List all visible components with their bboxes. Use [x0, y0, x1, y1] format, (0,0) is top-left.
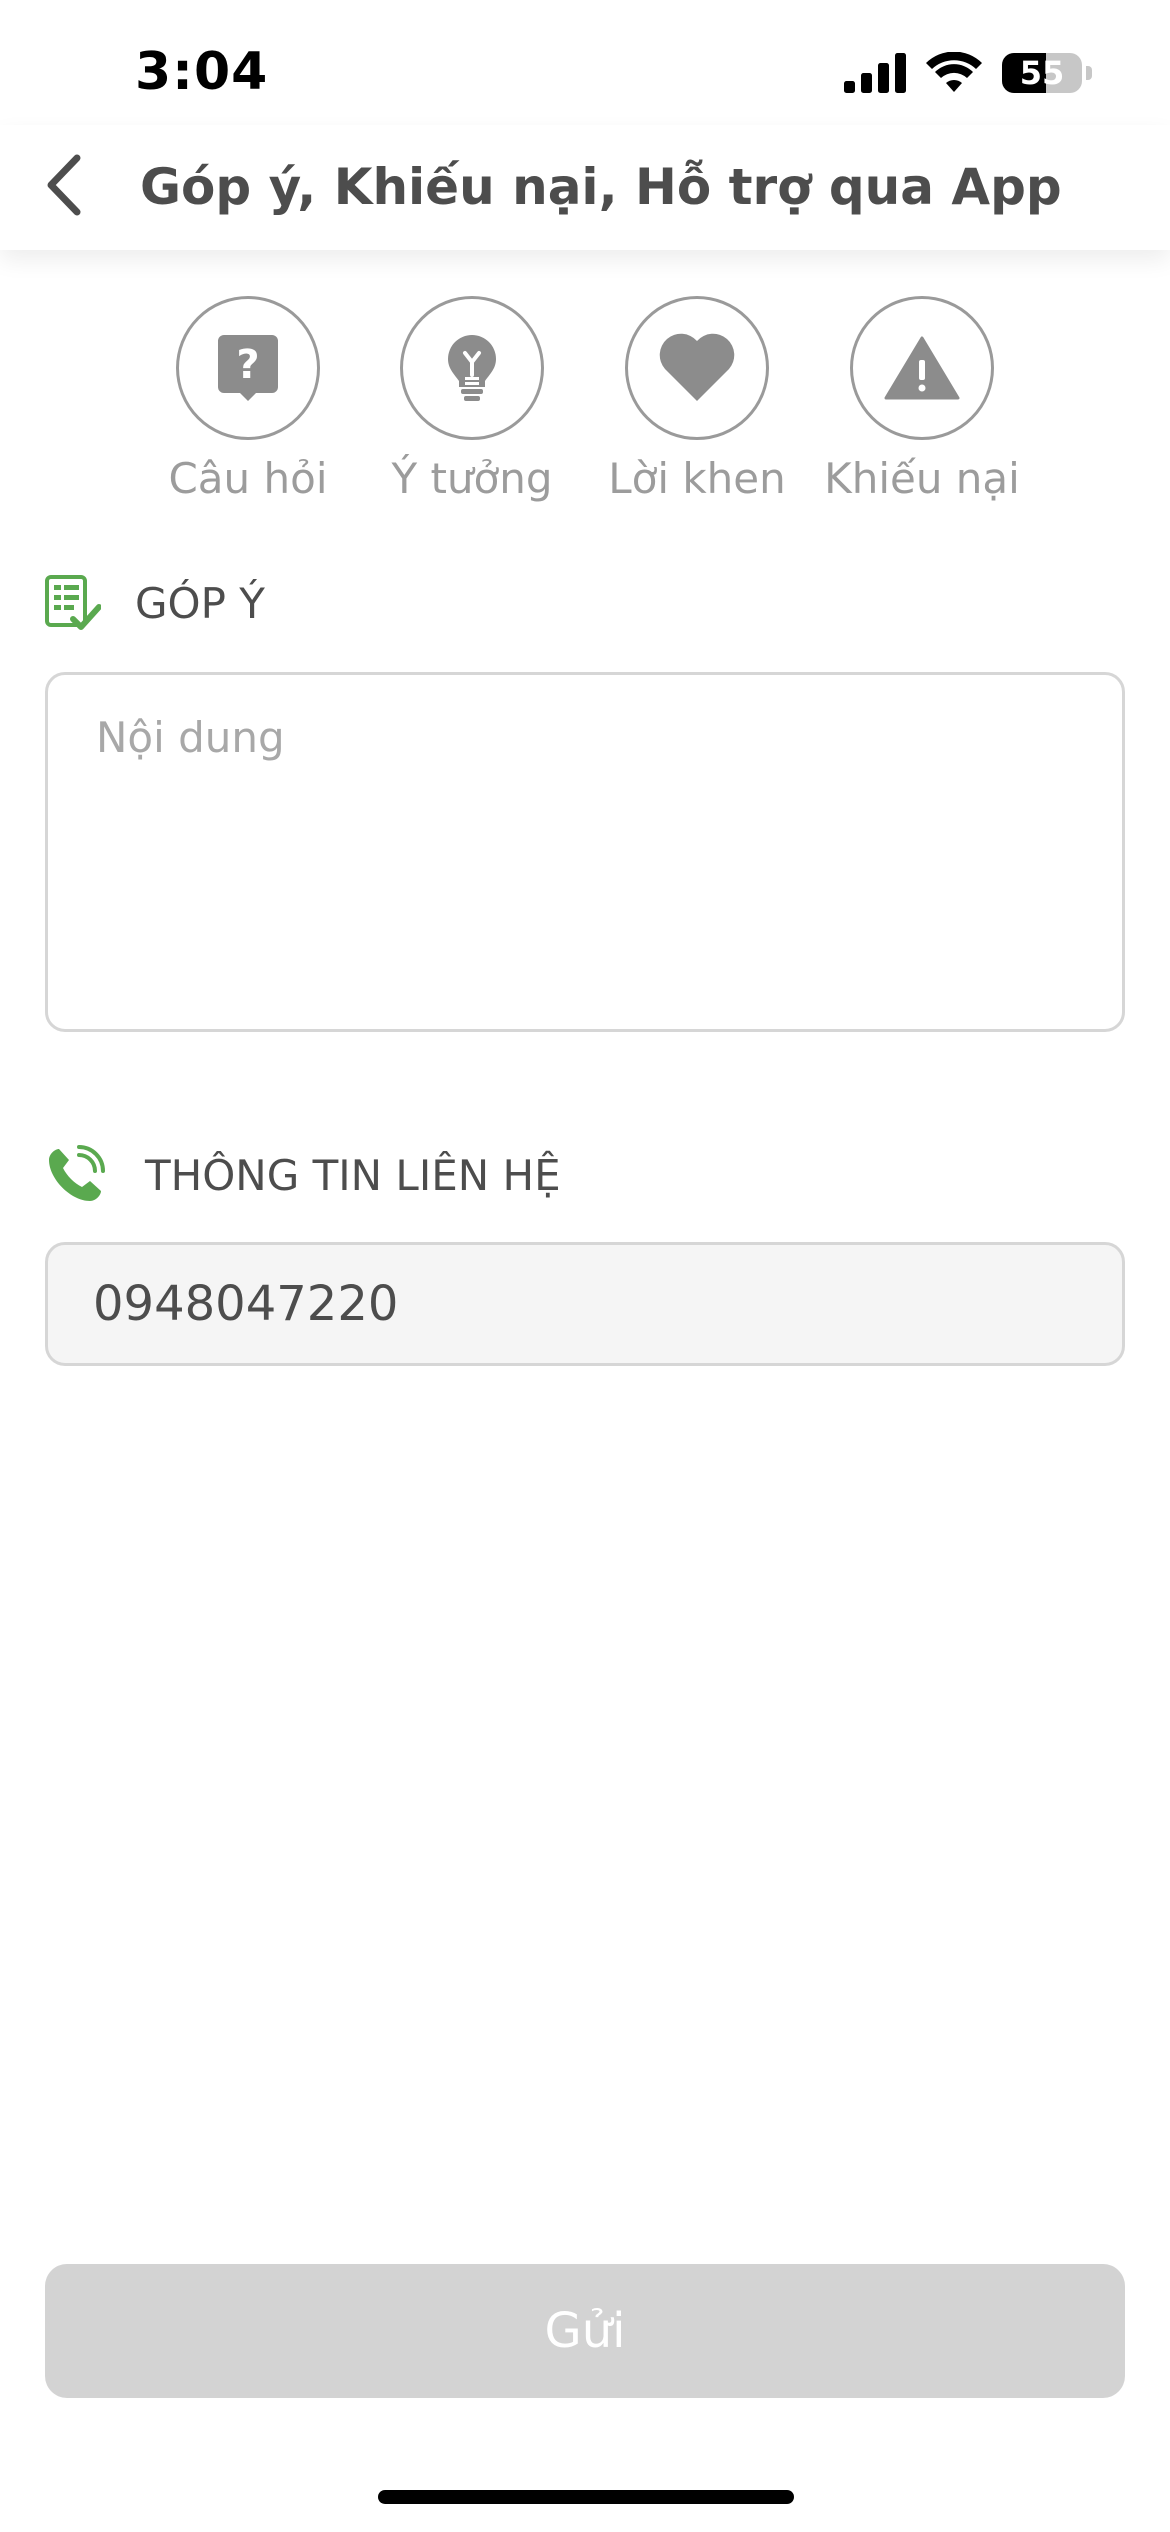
status-icons: 55	[844, 52, 1092, 94]
category-question-circle: ?	[176, 296, 320, 440]
feedback-section-label: GÓP Ý	[135, 578, 265, 628]
lightbulb-icon	[448, 335, 496, 401]
category-question[interactable]: ? Câu hỏi	[148, 296, 348, 503]
chevron-left-icon	[47, 154, 81, 216]
category-idea-circle	[400, 296, 544, 440]
contact-section-title: THÔNG TIN LIÊN HỆ	[45, 1145, 561, 1205]
content-box	[45, 672, 1125, 1032]
svg-text:?: ?	[236, 342, 259, 388]
submit-button[interactable]: Gửi	[45, 2264, 1125, 2398]
header: Góp ý, Khiếu nại, Hỗ trợ qua App	[0, 125, 1170, 250]
phone-input[interactable]	[48, 1245, 1122, 1363]
signal-icon	[844, 53, 906, 93]
category-complaint-circle	[850, 296, 994, 440]
battery-tip	[1086, 66, 1092, 80]
contact-section-label: THÔNG TIN LIÊN HỆ	[145, 1150, 561, 1200]
status-time: 3:04	[135, 42, 269, 102]
category-compliment-circle	[625, 296, 769, 440]
phone-box	[45, 1242, 1125, 1366]
category-compliment-label: Lời khen	[608, 454, 786, 503]
phone-call-icon	[49, 1145, 105, 1201]
category-idea[interactable]: Ý tưởng	[372, 296, 572, 503]
warning-icon	[884, 336, 960, 400]
heart-icon	[659, 333, 735, 401]
question-bubble-icon: ?	[218, 335, 278, 401]
category-question-label: Câu hỏi	[168, 454, 328, 503]
back-button[interactable]	[18, 135, 108, 235]
wifi-icon	[926, 52, 982, 92]
home-indicator	[378, 2490, 794, 2504]
page-title: Góp ý, Khiếu nại, Hỗ trợ qua App	[140, 158, 1062, 216]
checklist-icon	[45, 575, 101, 630]
feedback-section-title: GÓP Ý	[45, 575, 265, 631]
battery-level: 55	[1019, 54, 1065, 92]
category-complaint[interactable]: Khiếu nại	[822, 296, 1022, 503]
content-input[interactable]	[48, 675, 1122, 1029]
category-complaint-label: Khiếu nại	[824, 454, 1020, 503]
category-compliment[interactable]: Lời khen	[597, 296, 797, 503]
battery-icon: 55	[1002, 53, 1082, 93]
category-idea-label: Ý tưởng	[391, 454, 553, 503]
status-bar: 3:04 55	[0, 0, 1170, 140]
